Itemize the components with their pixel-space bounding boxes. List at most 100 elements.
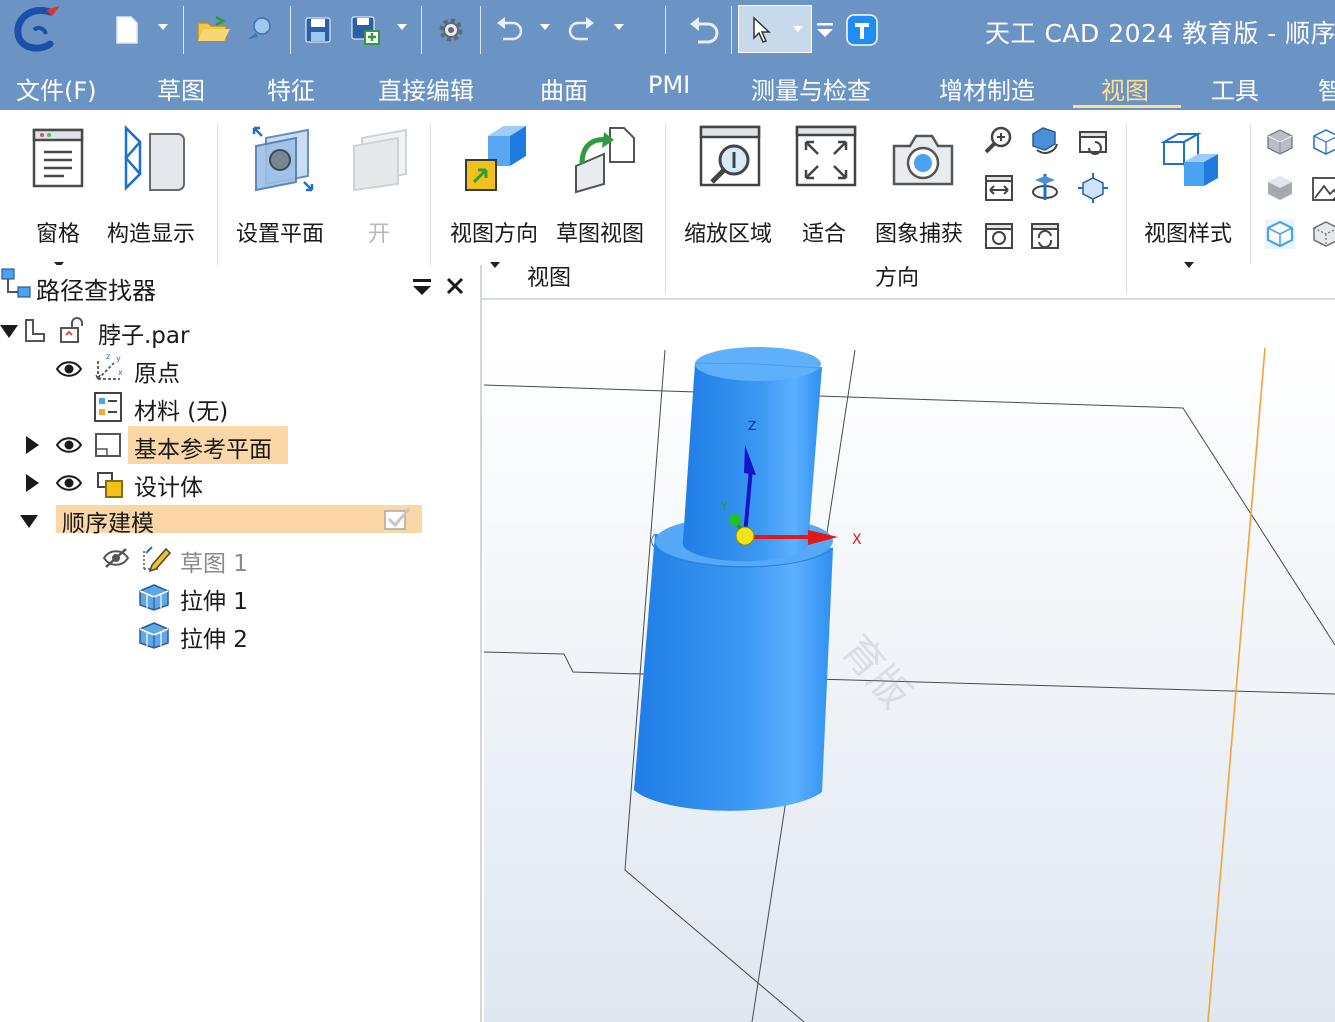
redo-dropdown-icon[interactable] — [614, 24, 624, 30]
sketch-view-label: 草图视图 — [556, 222, 645, 247]
shaded-no-edges-icon[interactable] — [1264, 172, 1296, 204]
menu-surface[interactable]: 曲面 — [540, 71, 588, 106]
new-dropdown-icon[interactable] — [158, 24, 168, 30]
menu-feature[interactable]: 特征 — [267, 71, 315, 106]
construct-display-icon — [124, 124, 185, 192]
menu-sketch[interactable]: 草图 — [157, 71, 205, 106]
undo-icon[interactable] — [492, 10, 526, 50]
open-model-icon[interactable] — [242, 10, 276, 50]
fit-button[interactable]: 适合 — [794, 120, 860, 247]
open-icon[interactable] — [196, 10, 230, 50]
eye-icon[interactable] — [55, 473, 83, 493]
tree-label-design-body: 设计体 — [134, 475, 203, 501]
tree-item-ordered[interactable]: 顺序建模 — [0, 503, 480, 539]
tree-item-material[interactable]: 材料 (无) — [0, 389, 480, 425]
select-dropdown-icon[interactable] — [793, 26, 803, 32]
pointer-icon — [753, 16, 771, 43]
sketch-view-button[interactable]: 草图视图 — [554, 120, 654, 247]
extrude-icon — [139, 622, 169, 649]
tree-label-extrude1: 拉伸 1 — [180, 589, 248, 615]
tiangong-icon[interactable] — [845, 10, 879, 50]
tree-label-sketch1: 草图 1 — [180, 551, 248, 577]
background-icon[interactable] — [1310, 172, 1335, 204]
tree-item-extrude2[interactable]: 拉伸 2 — [0, 617, 480, 653]
tree-label-ordered: 顺序建模 — [62, 511, 154, 537]
menu-file[interactable]: 文件(F) — [16, 71, 97, 106]
new-icon[interactable] — [112, 10, 142, 50]
graphics-viewport[interactable]: Z X Y 育版 — [483, 300, 1335, 1022]
eye-hidden-icon[interactable] — [102, 547, 130, 569]
expand-icon[interactable] — [26, 474, 39, 492]
zoom-icon[interactable] — [983, 124, 1015, 156]
customize-dropdown-icon[interactable] — [815, 10, 835, 50]
tree-item-base-planes[interactable]: 基本参考平面 — [0, 426, 480, 464]
orient-group-label: 方向 — [875, 266, 920, 291]
menu-additive[interactable]: 增材制造 — [939, 71, 1035, 106]
tree-label-material: 材料 (无) — [134, 399, 229, 425]
wireframe-icon[interactable] — [1310, 126, 1335, 158]
visible-edges-icon[interactable] — [1264, 218, 1296, 250]
zoom-area-icon — [699, 125, 761, 187]
view-orient-dropdown-icon[interactable] — [490, 262, 500, 268]
menu-tools[interactable]: 工具 — [1211, 71, 1259, 106]
open-plane-icon — [353, 128, 407, 192]
undo-dropdown-icon[interactable] — [540, 24, 550, 30]
save-dropdown-icon[interactable] — [397, 24, 407, 30]
select-tool-button[interactable] — [738, 5, 812, 53]
fit-label: 适合 — [802, 222, 847, 247]
panel-options-icon[interactable] — [412, 277, 432, 297]
zoom-area-label: 缩放区域 — [684, 222, 773, 247]
redo-icon[interactable] — [565, 10, 599, 50]
menu-direct-edit[interactable]: 直接编辑 — [378, 71, 474, 106]
settings-icon[interactable] — [434, 10, 468, 50]
pan-icon[interactable] — [983, 172, 1015, 204]
app-logo-icon[interactable] — [12, 4, 62, 54]
tree-item-origin[interactable]: zyx 原点 — [0, 351, 480, 387]
view-orient-label: 视图方向 — [450, 222, 539, 247]
close-icon[interactable] — [445, 276, 465, 296]
hidden-edges-icon[interactable] — [1310, 218, 1335, 250]
tree-item-design-body[interactable]: 设计体 — [0, 465, 480, 501]
axis-z-label: Z — [748, 419, 756, 433]
image-capture-button[interactable]: 图象捕获 — [872, 120, 976, 247]
menu-measure-inspect[interactable]: 测量与检查 — [751, 71, 871, 106]
expand-icon[interactable] — [26, 436, 39, 454]
sketch-icon — [143, 546, 172, 573]
tree-label-origin: 原点 — [134, 361, 180, 387]
save-as-icon[interactable] — [348, 10, 382, 50]
menu-pmi[interactable]: PMI — [648, 71, 690, 99]
tree-item-extrude1[interactable]: 拉伸 1 — [0, 579, 480, 615]
sketch-view-icon — [575, 127, 635, 194]
set-plane-button[interactable]: 设置平面 — [232, 120, 336, 247]
view-style-button[interactable]: 视图样式 — [1140, 120, 1244, 270]
common-views-icon[interactable] — [1077, 172, 1109, 204]
unlock-icon — [60, 317, 83, 343]
construct-display-button[interactable]: 构造显示 — [104, 120, 208, 247]
eye-icon[interactable] — [55, 359, 83, 379]
rotate-view-icon[interactable] — [1029, 124, 1061, 156]
menu-more[interactable]: 智 — [1318, 71, 1335, 106]
shaded-icon[interactable] — [1264, 126, 1296, 158]
part-icon — [25, 319, 45, 342]
menu-view[interactable]: 视图 — [1101, 71, 1149, 106]
collapse-icon[interactable] — [20, 515, 38, 528]
model-canvas: Z X Y 育版 — [483, 347, 1335, 1022]
pane-button[interactable]: 窗格 — [22, 120, 92, 270]
active-tab-indicator — [1073, 105, 1181, 108]
view-style-dropdown-icon[interactable] — [1184, 262, 1194, 268]
view-group-label: 视图 — [527, 266, 572, 291]
tree-item-sketch1[interactable]: 草图 1 — [0, 541, 480, 577]
refresh-view-icon[interactable] — [1029, 220, 1061, 252]
spin-about-icon[interactable] — [1029, 172, 1061, 204]
save-icon[interactable] — [302, 10, 334, 50]
rotate-icon[interactable] — [983, 220, 1015, 252]
eye-icon[interactable] — [55, 435, 83, 455]
undo-last-icon[interactable] — [685, 10, 721, 50]
tree-item-root[interactable]: 脖子.par — [0, 313, 480, 349]
previous-view-icon[interactable] — [1077, 124, 1109, 156]
svg-text:z: z — [106, 352, 110, 361]
zoom-area-button[interactable]: 缩放区域 — [680, 120, 784, 247]
collapse-icon[interactable] — [0, 325, 18, 338]
title-bar: 天工 CAD 2024 教育版 - 顺序建 — [0, 0, 1335, 64]
view-orient-button[interactable]: 视图方向 — [446, 120, 550, 270]
